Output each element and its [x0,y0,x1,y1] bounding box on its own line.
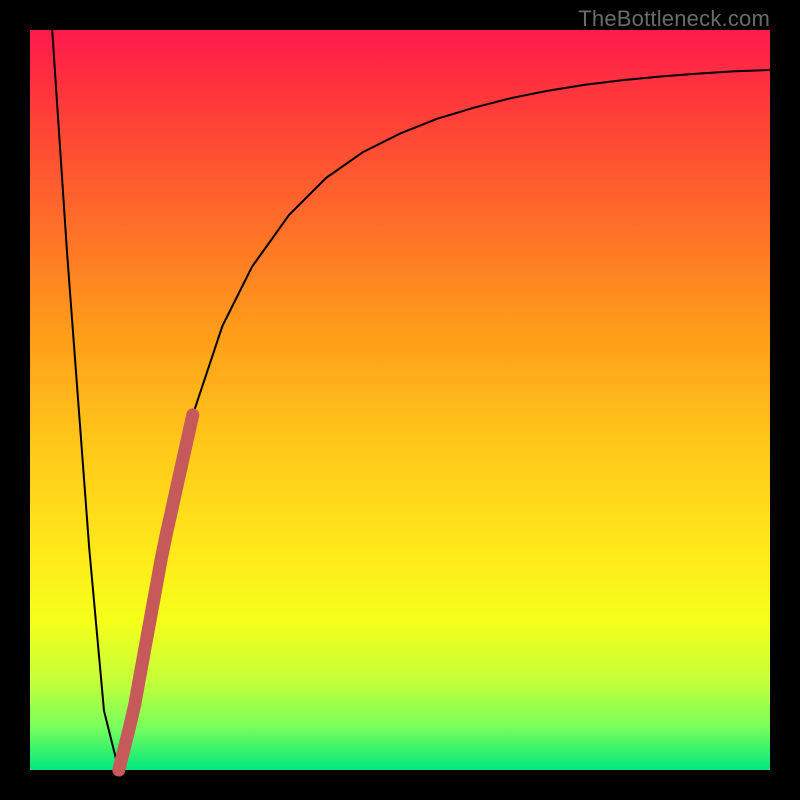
highlight-segment [119,415,193,770]
chart-frame: TheBottleneck.com [0,0,800,800]
plot-area [30,30,770,770]
bottleneck-curve [52,30,770,770]
chart-svg [30,30,770,770]
watermark-text: TheBottleneck.com [578,6,770,32]
